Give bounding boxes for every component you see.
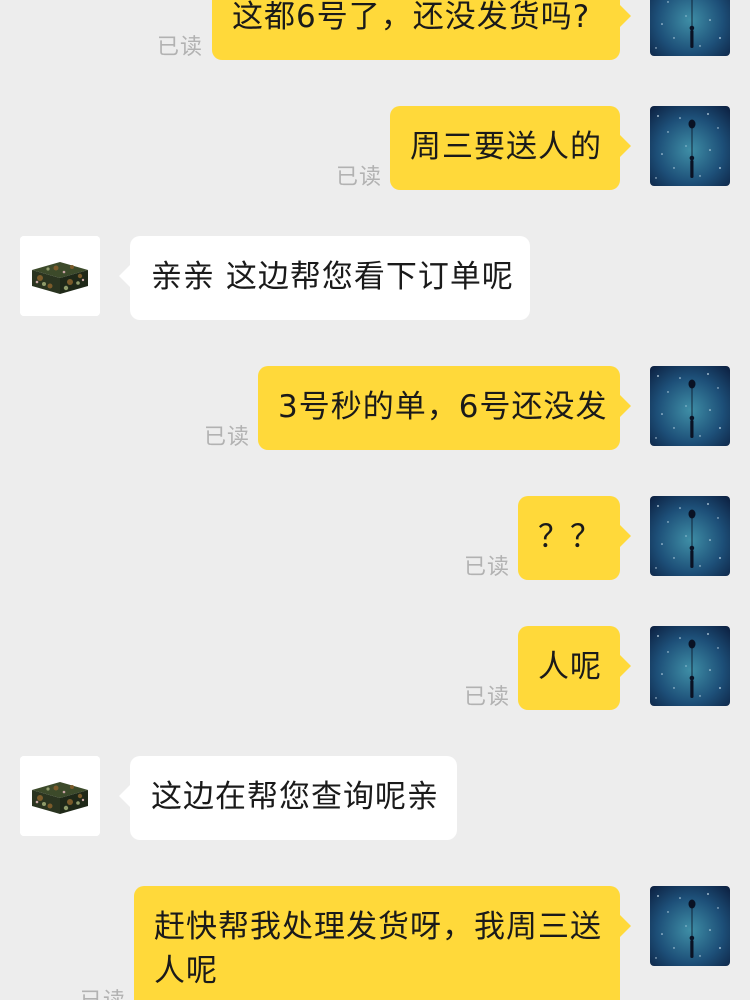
read-receipt: 已读: [464, 555, 511, 580]
night-sky-balloon-avatar-icon: [650, 0, 730, 56]
message-text: 赶快帮我处理发货呀，我周三送人呢: [154, 909, 602, 989]
read-receipt: 已读: [80, 989, 126, 1000]
message-bubble-outgoing[interactable]: 赶快帮我处理发货呀，我周三送人呢: [134, 886, 631, 1000]
night-sky-balloon-avatar-icon: [650, 366, 730, 446]
bubble-tail: [119, 264, 131, 288]
bubble-tail: [619, 4, 631, 28]
message-row-outgoing: 已读 赶快帮我处理发货呀，我周三送人呢: [0, 886, 750, 1000]
message-row-outgoing: 已读 这都6号了，还没发货吗?: [0, 0, 750, 60]
message-text: 人呢: [538, 649, 602, 685]
user-avatar-balloon-icon[interactable]: [650, 886, 730, 966]
night-sky-balloon-avatar-icon: [650, 106, 730, 186]
user-avatar-balloon-icon[interactable]: [650, 626, 730, 706]
user-avatar-balloon-icon[interactable]: [650, 366, 730, 446]
message-bubble-incoming[interactable]: 这边在帮您查询呢亲: [119, 756, 457, 840]
message-row-outgoing: 已读 ？？: [0, 496, 750, 580]
chat-conversation[interactable]: 已读 这都6号了，还没发货吗? 已读 周三要送人的 亲亲 这边帮您看下订单呢 已…: [0, 0, 750, 1000]
user-avatar-balloon-icon[interactable]: [650, 0, 730, 56]
bubble-tail: [119, 784, 131, 808]
message-text: ？？: [538, 519, 602, 555]
bubble-tail: [619, 524, 631, 548]
night-sky-balloon-avatar-icon: [650, 626, 730, 706]
message-row-outgoing: 已读 周三要送人的: [0, 106, 750, 190]
seller-avatar-box-icon[interactable]: [20, 756, 100, 836]
message-text: 3号秒的单，6号还没发: [278, 389, 608, 425]
message-row-outgoing: 已读 3号秒的单，6号还没发: [0, 366, 750, 450]
bubble-tail: [619, 134, 631, 158]
message-text: 这都6号了，还没发货吗?: [232, 0, 591, 35]
message-bubble-outgoing[interactable]: 这都6号了，还没发货吗?: [212, 0, 631, 60]
message-text: 亲亲 这边帮您看下订单呢: [151, 259, 514, 295]
read-receipt: 已读: [336, 165, 383, 190]
message-bubble-outgoing[interactable]: 3号秒的单，6号还没发: [258, 366, 631, 450]
night-sky-balloon-avatar-icon: [650, 496, 730, 576]
camouflage-box-avatar-icon: [20, 756, 100, 836]
message-row-outgoing: 已读 人呢: [0, 626, 750, 710]
camouflage-box-avatar-icon: [20, 236, 100, 316]
bubble-tail: [619, 394, 631, 418]
night-sky-balloon-avatar-icon: [650, 886, 730, 966]
message-text: 这边在帮您查询呢亲: [151, 779, 439, 815]
bubble-tail: [619, 654, 631, 678]
user-avatar-balloon-icon[interactable]: [650, 106, 730, 186]
read-receipt: 已读: [157, 35, 204, 60]
message-bubble-outgoing[interactable]: 周三要送人的: [390, 106, 631, 190]
message-row-incoming: 这边在帮您查询呢亲: [0, 756, 750, 840]
message-bubble-outgoing[interactable]: 人呢: [518, 626, 631, 710]
bubble-tail: [619, 914, 631, 938]
seller-avatar-box-icon[interactable]: [20, 236, 100, 316]
message-bubble-outgoing[interactable]: ？？: [518, 496, 631, 580]
read-receipt: 已读: [464, 685, 511, 710]
read-receipt: 已读: [204, 425, 251, 450]
message-bubble-incoming[interactable]: 亲亲 这边帮您看下订单呢: [119, 236, 530, 320]
user-avatar-balloon-icon[interactable]: [650, 496, 730, 576]
message-text: 周三要送人的: [410, 129, 602, 165]
message-row-incoming: 亲亲 这边帮您看下订单呢: [0, 236, 750, 320]
